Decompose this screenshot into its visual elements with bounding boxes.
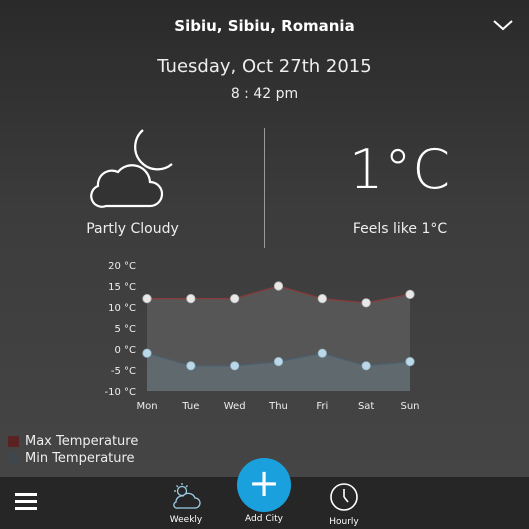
min-temperature-point [317,348,327,358]
y-tick-label: 0 °C [114,345,136,356]
y-tick-label: -5 °C [111,366,136,377]
max-temperature-point [405,289,415,300]
legend-max-temperature: Max Temperature [8,434,138,449]
legend-label-max: Max Temperature [25,434,139,449]
x-tick-label: Tue [181,401,199,412]
location-title: Sibiu, Sibiu, Romania [174,17,355,35]
legend-swatch-min [8,453,19,464]
min-temperature-point [230,361,240,371]
condition-label: Partly Cloudy [86,221,179,237]
max-temperature-point [273,281,284,291]
plus-icon: + [237,458,291,512]
current-time: 8 : 42 pm [230,86,299,102]
temperature-chart: 20 °C 15 °C 10 °C 5 °C 0 °C -5 °C -10 °C Mon Tue… [105,261,420,412]
y-tick-label: 5 °C [114,324,136,335]
add-city-label: Add City [245,514,283,524]
legend-label-min: Min Temperature [25,451,135,466]
legend-swatch-max [8,436,19,447]
max-temperature-point [142,293,152,304]
x-tick-label: Fri [316,401,328,412]
legend-min-temperature: Min Temperature [8,451,135,466]
add-city-button[interactable]: + Add City [234,458,294,529]
min-temperature-point [142,348,152,358]
y-tick-label: 20 °C [108,261,136,272]
chevron-down-icon[interactable] [490,15,516,35]
y-tick-label: -10 °C [105,387,137,398]
feels-like-label: Feels like 1°C [352,221,448,237]
nav-hourly-button[interactable]: Hourly [318,482,370,529]
y-tick-label: 15 °C [108,282,136,293]
clock-icon [330,483,358,511]
x-tick-label: Wed [224,401,246,412]
x-tick-label: Sat [358,401,374,412]
weekly-weather-icon [173,483,201,509]
max-temperature-point [361,298,371,308]
nav-hourly-label: Hourly [329,517,359,527]
nav-weekly-button[interactable]: Weekly [160,482,212,529]
current-date: Tuesday, Oct 27th 2015 [157,56,372,77]
hamburger-menu-icon[interactable] [15,493,37,511]
max-temperature-point [317,293,327,304]
x-tick-label: Sun [400,401,419,412]
partly-cloudy-night-icon [90,129,173,208]
min-temperature-point [186,361,196,371]
max-temperature-point [186,293,196,304]
y-tick-label: 10 °C [108,303,136,314]
min-temperature-point [273,357,284,367]
min-temperature-point [405,357,415,367]
divider [264,128,265,248]
current-temperature: 1°C [348,138,452,201]
min-temperature-point [361,361,371,371]
x-tick-label: Mon [136,401,157,412]
nav-weekly-label: Weekly [169,515,203,525]
max-temperature-point [230,293,240,304]
x-tick-label: Thu [268,401,288,412]
